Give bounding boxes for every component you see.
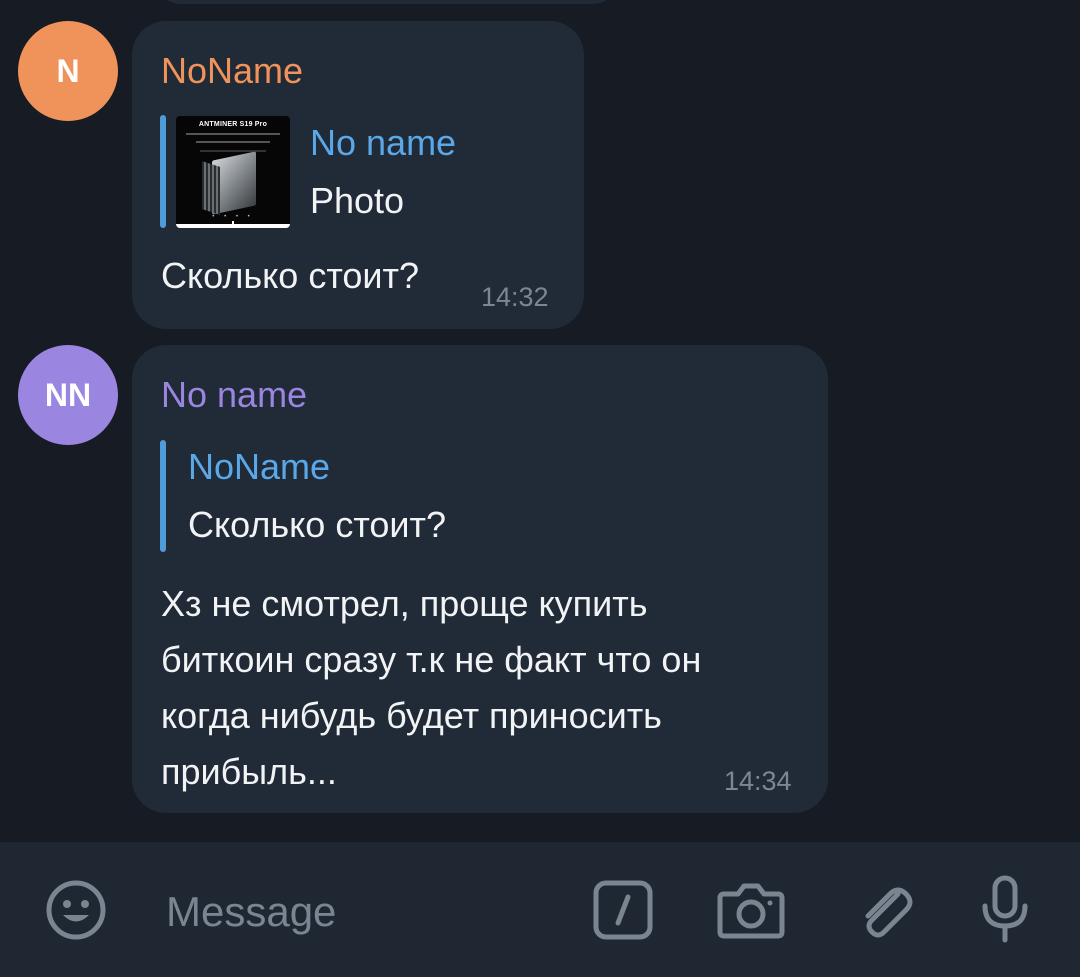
thumbnail-dots: • • • • bbox=[212, 214, 254, 220]
thumbnail-line bbox=[186, 133, 280, 135]
message-text: Сколько стоит? bbox=[161, 255, 420, 296]
thumbnail-bottom-tick bbox=[232, 221, 234, 228]
message-time: 14:32 bbox=[481, 282, 549, 312]
previous-message-bubble[interactable] bbox=[152, 0, 622, 4]
chat-history[interactable]: N NoName ANTMINER S19 Pro • • • • No nam… bbox=[0, 0, 1080, 842]
attach-icon[interactable] bbox=[854, 876, 916, 944]
reply-title[interactable]: NoName bbox=[188, 446, 330, 488]
thumbnail-line bbox=[196, 141, 270, 143]
avatar[interactable]: NN bbox=[18, 345, 118, 445]
reply-text[interactable]: Photo bbox=[310, 180, 404, 222]
reply-photo-thumbnail[interactable]: ANTMINER S19 Pro • • • • bbox=[176, 116, 290, 228]
message-text-line: когда нибудь будет приносить bbox=[161, 695, 662, 736]
message-text-line: Хз не смотрел, проще купить bbox=[161, 583, 648, 624]
microphone-icon[interactable] bbox=[976, 874, 1034, 946]
bot-command-icon[interactable] bbox=[592, 879, 654, 941]
sender-name[interactable]: No name bbox=[161, 374, 307, 416]
avatar[interactable]: N bbox=[18, 21, 118, 121]
avatar-initials: NN bbox=[44, 376, 92, 413]
reply-bar bbox=[160, 115, 166, 228]
thumbnail-line bbox=[200, 150, 266, 152]
avatar-initials: N bbox=[56, 52, 80, 89]
message-text-line: прибыль... bbox=[161, 751, 337, 792]
reply-bar bbox=[160, 440, 166, 552]
message-input-bar bbox=[0, 842, 1080, 977]
camera-icon[interactable] bbox=[716, 878, 786, 942]
message-text: Хз не смотрел, проще купить биткоин сраз… bbox=[161, 576, 701, 800]
thumbnail-caption: ANTMINER S19 Pro bbox=[198, 121, 268, 128]
emoji-icon[interactable] bbox=[44, 878, 108, 942]
reply-text[interactable]: Сколько стоит? bbox=[188, 504, 446, 546]
reply-title[interactable]: No name bbox=[310, 122, 456, 164]
sender-name[interactable]: NoName bbox=[161, 50, 303, 92]
message-time: 14:34 bbox=[724, 766, 792, 796]
message-text-line: биткоин сразу т.к не факт что он bbox=[161, 639, 702, 680]
message-input[interactable]: Message bbox=[166, 888, 336, 936]
miner-image-front bbox=[202, 161, 220, 215]
